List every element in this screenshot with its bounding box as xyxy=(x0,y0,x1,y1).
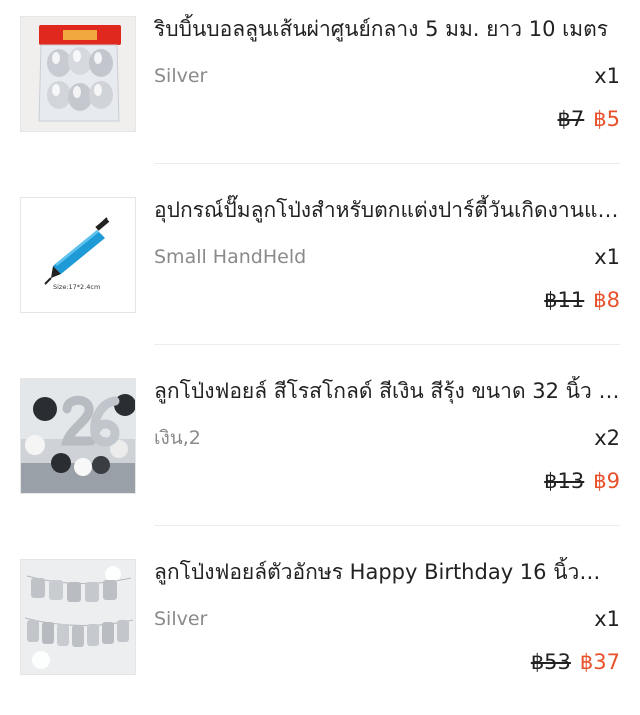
balloon-hand-pump-image[interactable]: Size:17*2.4cm xyxy=(20,197,136,313)
product-title[interactable]: ริบบิ้นบอลลูนเส้นผ่าศูนย์กลาง 5 มม. ยาว … xyxy=(154,14,620,44)
original-price: ฿53 xyxy=(530,650,571,674)
product-quantity: x2 xyxy=(594,426,620,450)
happy-birthday-letter-balloons-image[interactable] xyxy=(20,559,136,675)
order-item[interactable]: ริบบิ้นบอลลูนเส้นผ่าศูนย์กลาง 5 มม. ยาว … xyxy=(0,0,640,172)
item-divider xyxy=(154,163,620,164)
product-title[interactable]: ลูกโป่งฟอยล์ สีโรสโกลด์ สีเงิน สีรุ้ง ขน… xyxy=(154,376,620,406)
original-price: ฿7 xyxy=(557,107,585,131)
product-quantity: x1 xyxy=(594,64,620,88)
product-title[interactable]: อุปกรณ์ปั๊มลูกโป่งสำหรับตกแต่งปาร์ตี้วัน… xyxy=(154,195,620,225)
pump-size-caption: Size:17*2.4cm xyxy=(53,283,100,291)
silver-ribbon-pack-image[interactable] xyxy=(20,16,136,132)
product-variant: Silver xyxy=(154,608,208,630)
original-price: ฿11 xyxy=(544,288,585,312)
product-variant: เงิน,2 xyxy=(154,427,201,449)
product-title[interactable]: ลูกโป่งฟอยล์ตัวอักษร Happy Birthday 16 น… xyxy=(154,557,620,587)
price-group: ฿53 ฿37 xyxy=(531,648,620,676)
original-price: ฿13 xyxy=(544,469,585,493)
order-item[interactable]: Size:17*2.4cm อุปกรณ์ปั๊มลูกโป่งสำหรับตก… xyxy=(0,173,640,353)
product-variant: Silver xyxy=(154,65,208,87)
sale-price: ฿5 xyxy=(593,107,620,131)
order-item-list: ริบบิ้นบอลลูนเส้นผ่าศูนย์กลาง 5 มม. ยาว … xyxy=(0,0,640,702)
price-group: ฿11 ฿8 xyxy=(544,286,620,314)
order-item[interactable]: ลูกโป่งฟอยล์ตัวอักษร Happy Birthday 16 น… xyxy=(0,535,640,715)
product-quantity: x1 xyxy=(594,607,620,631)
item-divider xyxy=(154,344,620,345)
price-group: ฿13 ฿9 xyxy=(544,467,620,495)
order-item[interactable]: ลูกโป่งฟอยล์ สีโรสโกลด์ สีเงิน สีรุ้ง ขน… xyxy=(0,354,640,534)
sale-price: ฿37 xyxy=(579,650,620,674)
sale-price: ฿9 xyxy=(593,469,620,493)
item-divider xyxy=(154,525,620,526)
product-variant: Small HandHeld xyxy=(154,246,307,268)
price-group: ฿7 ฿5 xyxy=(558,105,620,133)
sale-price: ฿8 xyxy=(593,288,620,312)
silver-number-balloons-image[interactable] xyxy=(20,378,136,494)
product-quantity: x1 xyxy=(594,245,620,269)
